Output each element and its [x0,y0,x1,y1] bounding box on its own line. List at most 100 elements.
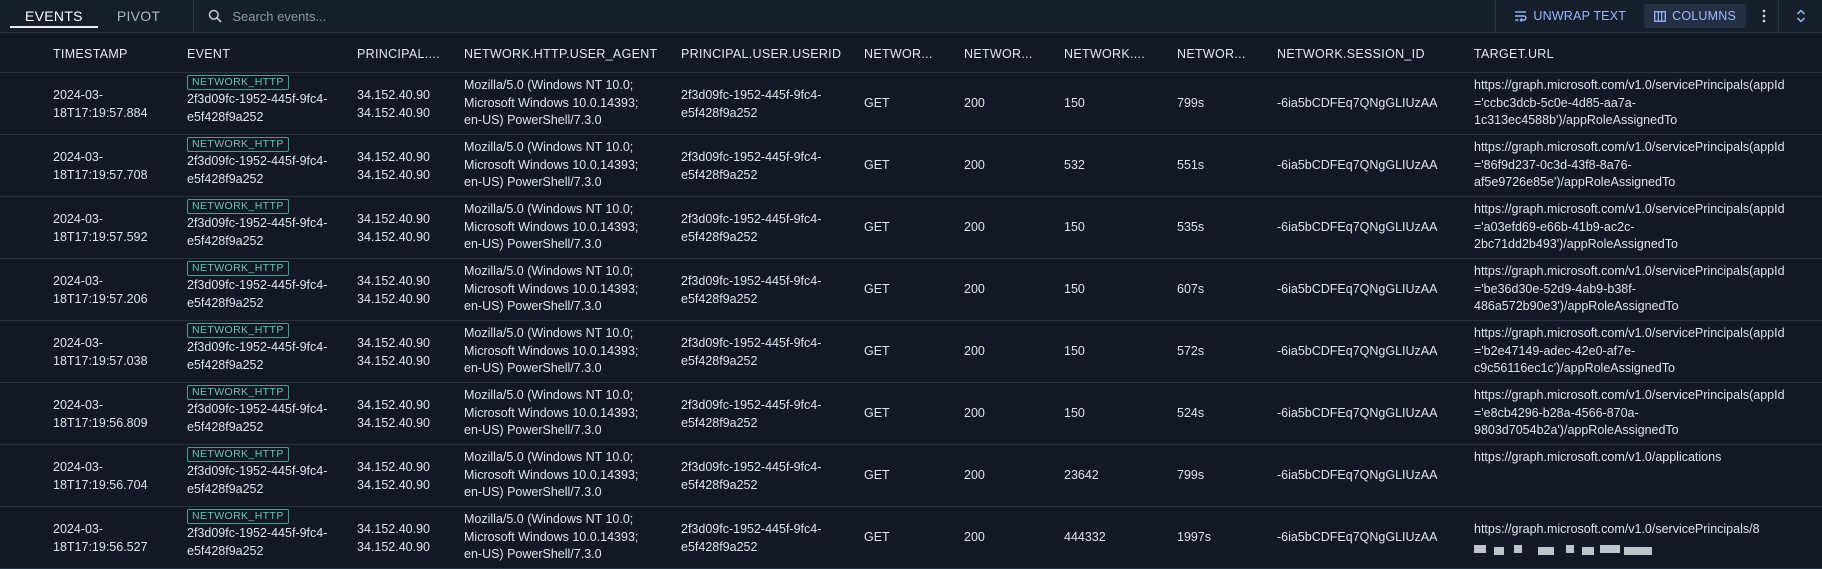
column-header-status-code[interactable]: NETWOR... [964,47,1033,61]
user-agent-line3: en-US) PowerShell/7.3.0 [464,175,602,189]
event-type-badge[interactable]: NETWORK_HTTP [187,199,289,214]
table-row[interactable]: 2024-03- 18T17:19:57.206 NETWORK_HTTP 2f… [0,259,1822,321]
column-header-principal-ip[interactable]: PRINCIPAL.... [357,47,440,61]
timestamp-time: 18T17:19:57.038 [53,353,148,368]
event-id-line2: e5f428f9a252 [187,171,264,186]
target-url-cell[interactable]: https://graph.microsoft.com/v1.0/service… [1474,521,1760,539]
principal-ip-1: 34.152.40.90 [357,212,430,226]
timestamp-date: 2024-03- [53,150,104,164]
user-agent-line2: Microsoft Windows 10.0.14393; [464,467,639,482]
user-id-line1: 2f3d09fc-1952-445f-9fc4- [681,88,822,102]
target-url-cell[interactable]: https://graph.microsoft.com/v1.0/service… [1474,201,1785,254]
timestamp-date: 2024-03- [53,522,104,536]
tab-pivot[interactable]: PIVOT [100,0,178,32]
event-type-badge[interactable]: NETWORK_HTTP [187,75,289,90]
column-header-session-id[interactable]: NETWORK.SESSION_ID [1277,47,1425,61]
http-method-cell: GET [864,530,890,544]
table-row[interactable]: 2024-03- 18T17:19:57.592 NETWORK_HTTP 2f… [0,197,1822,259]
http-method-cell: GET [864,282,890,296]
event-id-line1: 2f3d09fc-1952-445f-9fc4- [187,154,328,168]
event-type-badge[interactable]: NETWORK_HTTP [187,137,289,152]
bytes-cell: 23642 [1064,468,1099,482]
unwrap-text-label: UNWRAP TEXT [1533,9,1627,23]
status-code-cell: 200 [964,96,985,110]
event-type-badge[interactable]: NETWORK_HTTP [187,447,289,462]
target-url-cell[interactable]: https://graph.microsoft.com/v1.0/service… [1474,263,1785,316]
event-cell: NETWORK_HTTP 2f3d09fc-1952-445f-9fc4- e5… [187,73,327,126]
event-id-line2: e5f428f9a252 [187,481,264,496]
column-header-user-agent[interactable]: NETWORK.HTTP.USER_AGENT [464,47,658,61]
target-url-cell[interactable]: https://graph.microsoft.com/v1.0/service… [1474,325,1785,378]
redacted-text-mark [1514,545,1522,553]
search-bar [194,0,1495,32]
event-type-badge[interactable]: NETWORK_HTTP [187,509,289,524]
column-header-bytes[interactable]: NETWORK.... [1064,47,1145,61]
table-row[interactable]: 2024-03- 18T17:19:56.704 NETWORK_HTTP 2f… [0,445,1822,507]
timestamp-time: 18T17:19:57.592 [53,229,148,244]
target-url-cell[interactable]: https://graph.microsoft.com/v1.0/service… [1474,77,1785,130]
search-input[interactable] [232,8,833,24]
status-code-cell: 200 [964,220,985,234]
collapse-toggle-button[interactable] [1778,0,1822,33]
target-url-cell[interactable]: https://graph.microsoft.com/v1.0/applica… [1474,449,1721,467]
table-row[interactable]: 2024-03- 18T17:19:57.884 NETWORK_HTTP 2f… [0,73,1822,135]
user-agent-cell: Mozilla/5.0 (Windows NT 10.0; Microsoft … [464,449,638,502]
column-header-http-method[interactable]: NETWOR... [864,47,933,61]
bytes-cell: 444332 [1064,530,1106,544]
event-id-line1: 2f3d09fc-1952-445f-9fc4- [187,526,328,540]
more-options-button[interactable] [1750,0,1778,33]
principal-ip-2: 34.152.40.90 [357,291,430,306]
target-url-line3: c9c56116ec1c')/appRoleAssignedTo [1474,361,1675,375]
table-row[interactable]: 2024-03- 18T17:19:57.708 NETWORK_HTTP 2f… [0,135,1822,197]
divider [1495,0,1497,33]
principal-ip-2: 34.152.40.90 [357,229,430,244]
timestamp-cell: 2024-03- 18T17:19:56.704 [53,459,148,494]
http-method-cell: GET [864,468,890,482]
event-cell: NETWORK_HTTP 2f3d09fc-1952-445f-9fc4- e5… [187,135,327,188]
column-header-target-url[interactable]: TARGET.URL [1474,47,1554,61]
redacted-text-mark [1566,545,1574,553]
column-header-duration[interactable]: NETWOR... [1177,47,1246,61]
user-agent-line1: Mozilla/5.0 (Windows NT 10.0; [464,78,634,92]
duration-cell: 607s [1177,282,1205,296]
target-url-line1: https://graph.microsoft.com/v1.0/service… [1474,78,1785,92]
tab-pivot-label: PIVOT [116,8,161,24]
target-url-cell[interactable]: https://graph.microsoft.com/v1.0/service… [1474,139,1785,192]
event-type-badge[interactable]: NETWORK_HTTP [187,261,289,276]
redacted-text-mark [1474,545,1486,553]
column-header-timestamp[interactable]: TIMESTAMP [53,47,128,61]
tab-events-label: EVENTS [25,8,83,24]
http-method-cell: GET [864,96,890,110]
user-id-line1: 2f3d09fc-1952-445f-9fc4- [681,274,822,288]
principal-ip-1: 34.152.40.90 [357,88,430,102]
duration-cell: 535s [1177,220,1205,234]
table-row[interactable]: 2024-03- 18T17:19:56.809 NETWORK_HTTP 2f… [0,383,1822,445]
table-row[interactable]: 2024-03- 18T17:19:57.038 NETWORK_HTTP 2f… [0,321,1822,383]
duration-cell: 799s [1177,468,1205,482]
status-code-cell: 200 [964,468,985,482]
principal-ip-cell: 34.152.40.90 34.152.40.90 [357,149,430,184]
user-agent-line1: Mozilla/5.0 (Windows NT 10.0; [464,264,634,278]
target-url-cell[interactable]: https://graph.microsoft.com/v1.0/service… [1474,387,1785,440]
columns-button[interactable]: COLUMNS [1644,4,1746,28]
column-header-event[interactable]: EVENT [187,47,230,61]
event-cell: NETWORK_HTTP 2f3d09fc-1952-445f-9fc4- e5… [187,259,327,312]
bytes-cell: 150 [1064,96,1085,110]
event-type-badge[interactable]: NETWORK_HTTP [187,323,289,338]
column-header-user-id[interactable]: PRINCIPAL.USER.USERID [681,47,841,61]
user-id-line2: e5f428f9a252 [681,167,758,182]
user-id-line2: e5f428f9a252 [681,291,758,306]
timestamp-cell: 2024-03- 18T17:19:57.206 [53,273,148,308]
events-toolbar: EVENTS PIVOT UNWRAP TEXT COLUMNS [0,0,1822,33]
timestamp-cell: 2024-03- 18T17:19:57.592 [53,211,148,246]
event-type-badge[interactable]: NETWORK_HTTP [187,385,289,400]
unwrap-text-button[interactable]: UNWRAP TEXT [1504,4,1636,28]
redacted-text-mark [1538,547,1554,555]
status-code-cell: 200 [964,530,985,544]
event-id-line2: e5f428f9a252 [187,419,264,434]
user-id-line2: e5f428f9a252 [681,415,758,430]
table-header: TIMESTAMP EVENT PRINCIPAL.... NETWORK.HT… [0,33,1822,73]
user-agent-line3: en-US) PowerShell/7.3.0 [464,423,602,437]
tab-events[interactable]: EVENTS [8,0,100,32]
principal-ip-1: 34.152.40.90 [357,522,430,536]
